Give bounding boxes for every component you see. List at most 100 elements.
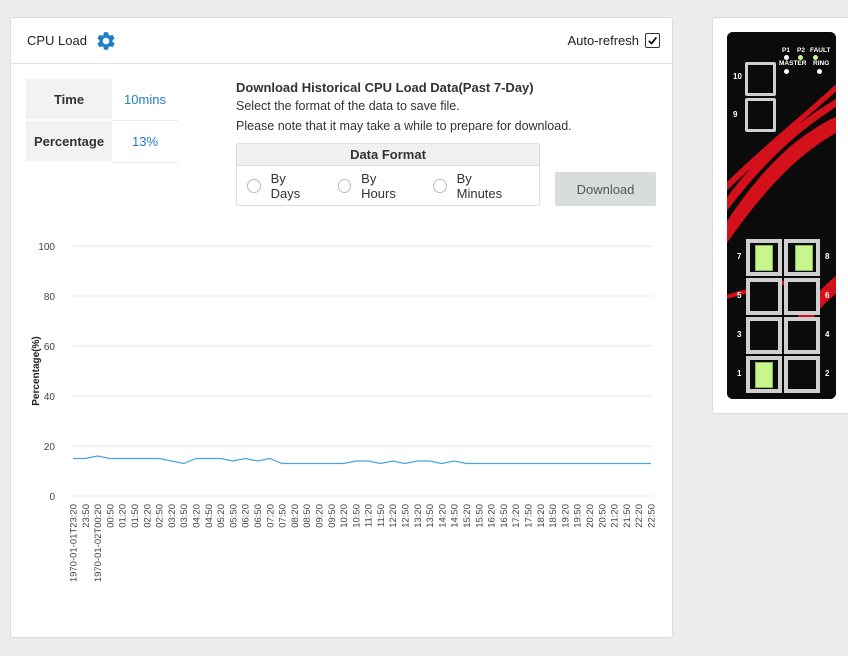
led-master — [784, 69, 789, 74]
port-number-label: 2 — [825, 369, 830, 378]
checkmark-icon — [648, 36, 658, 45]
port-number-label: 6 — [825, 291, 830, 300]
x-tick-label: 18:50 — [548, 504, 559, 528]
card-header: CPU Load Auto-refresh — [11, 18, 672, 64]
x-tick-label: 13:50 — [425, 504, 436, 528]
y-tick-label: 0 — [49, 492, 55, 503]
radio-by-minutes[interactable]: By Minutes — [432, 171, 519, 201]
percentage-value: 13% — [112, 120, 178, 163]
x-tick-label: 14:20 — [437, 504, 448, 528]
radio-label: By Hours — [361, 171, 396, 201]
x-tick-label: 07:20 — [265, 504, 276, 528]
device-panel: P1 P2 FAULT MASTER RING 10 9 7 8 5 6 3 4 1 2 — [727, 32, 836, 399]
ethernet-port-grid: 7 8 5 6 3 4 1 2 — [737, 239, 829, 395]
y-tick-label: 20 — [44, 442, 56, 453]
x-tick-label: 10:50 — [351, 504, 362, 528]
x-tick-label: 09:50 — [327, 504, 338, 528]
x-tick-label: 17:50 — [524, 504, 535, 528]
x-tick-label: 01:50 — [130, 504, 141, 528]
time-label: Time — [26, 79, 112, 121]
x-tick-label: 03:50 — [179, 504, 190, 528]
table-row: Percentage 13% — [26, 120, 178, 163]
x-tick-label: 22:20 — [634, 504, 645, 528]
port-number-label: 1 — [737, 369, 742, 378]
port-number-label: 7 — [737, 252, 742, 261]
ethernet-port-2[interactable] — [784, 356, 820, 393]
led-label-master: MASTER — [779, 60, 807, 67]
time-value: 10mins — [112, 79, 178, 121]
x-tick-label: 09:20 — [314, 504, 325, 528]
cpu-load-card: CPU Load Auto-refresh Time 10mins Percen… — [10, 17, 673, 638]
ethernet-port-7[interactable] — [746, 239, 782, 276]
x-tick-label: 12:20 — [388, 504, 399, 528]
auto-refresh-label: Auto-refresh — [567, 33, 639, 48]
ethernet-port-5[interactable] — [746, 278, 782, 315]
x-tick-label: 10:20 — [339, 504, 350, 528]
format-radio-group: By Days By Hours By Minutes — [237, 166, 539, 206]
ethernet-port-3[interactable] — [746, 317, 782, 354]
x-tick-label: 11:20 — [364, 504, 375, 527]
led-label-fault: FAULT — [810, 47, 831, 54]
led-label-p1: P1 — [782, 47, 790, 54]
auto-refresh-checkbox[interactable] — [645, 33, 660, 48]
x-tick-label: 00:50 — [105, 504, 116, 528]
x-tick-label: 15:20 — [462, 504, 473, 528]
x-tick-label: 14:50 — [450, 504, 461, 528]
y-tick-label: 40 — [44, 392, 56, 403]
x-tick-label: 18:20 — [536, 504, 547, 528]
x-tick-label: 16:20 — [487, 504, 498, 528]
card-title: CPU Load — [27, 33, 87, 48]
data-format-title: Data Format — [237, 144, 539, 166]
x-tick-label: 20:50 — [597, 504, 608, 528]
x-tick-label: 13:20 — [413, 504, 424, 528]
x-tick-label: 03:20 — [167, 504, 178, 528]
sfp-label-9: 9 — [733, 110, 738, 119]
x-tick-label: 17:20 — [511, 504, 522, 528]
radio-label: By Minutes — [456, 171, 503, 201]
radio-by-days[interactable]: By Days — [247, 171, 318, 201]
x-tick-label: 08:50 — [302, 504, 313, 528]
data-format-box: Data Format By Days By Hours By Minutes — [236, 143, 540, 206]
radio-button[interactable] — [432, 179, 447, 193]
radio-label: By Days — [270, 171, 301, 201]
port-number-label: 5 — [737, 291, 742, 300]
x-tick-label: 02:50 — [155, 504, 166, 528]
x-tick-label: 06:20 — [241, 504, 252, 528]
x-tick-label: 08:20 — [290, 504, 301, 528]
x-tick-label: 22:50 — [647, 504, 658, 528]
x-tick-label: 21:20 — [610, 504, 621, 528]
radio-button[interactable] — [247, 179, 261, 193]
x-tick-label: 15:50 — [474, 504, 485, 528]
x-tick-label: 1970-01-01T23:20 — [69, 504, 80, 582]
x-tick-label: 05:20 — [216, 504, 227, 528]
port-number-label: 8 — [825, 252, 830, 261]
ethernet-port-1[interactable] — [746, 356, 782, 393]
x-tick-label: 01:20 — [118, 504, 129, 528]
download-button[interactable]: Download — [555, 172, 656, 206]
led-ring — [817, 69, 822, 74]
x-tick-label: 20:20 — [585, 504, 596, 528]
download-instructions: Select the format of the data to save fi… — [236, 99, 460, 113]
device-card: P1 P2 FAULT MASTER RING 10 9 7 8 5 6 3 4 1 2 — [712, 17, 848, 414]
port-link-led — [795, 245, 813, 271]
series-line — [73, 455, 651, 465]
x-tick-label: 12:50 — [401, 504, 412, 528]
port-link-led — [755, 245, 773, 271]
sfp-port-9[interactable] — [745, 98, 776, 132]
radio-by-hours[interactable]: By Hours — [337, 171, 413, 201]
ethernet-port-8[interactable] — [784, 239, 820, 276]
download-title: Download Historical CPU Load Data(Past 7… — [236, 80, 534, 95]
x-tick-label: 1970-01-02T00:20 — [93, 504, 104, 582]
x-tick-label: 21:50 — [622, 504, 633, 528]
ethernet-port-6[interactable] — [784, 278, 820, 315]
radio-button[interactable] — [337, 179, 352, 193]
gear-icon[interactable] — [95, 30, 117, 52]
sfp-port-10[interactable] — [745, 62, 776, 96]
led-label-p2: P2 — [797, 47, 805, 54]
x-tick-label: 19:20 — [560, 504, 571, 528]
y-tick-label: 80 — [44, 292, 56, 303]
x-tick-label: 19:50 — [573, 504, 584, 528]
ethernet-port-4[interactable] — [784, 317, 820, 354]
x-tick-label: 16:50 — [499, 504, 510, 528]
stats-table: Time 10mins Percentage 13% — [26, 79, 178, 163]
